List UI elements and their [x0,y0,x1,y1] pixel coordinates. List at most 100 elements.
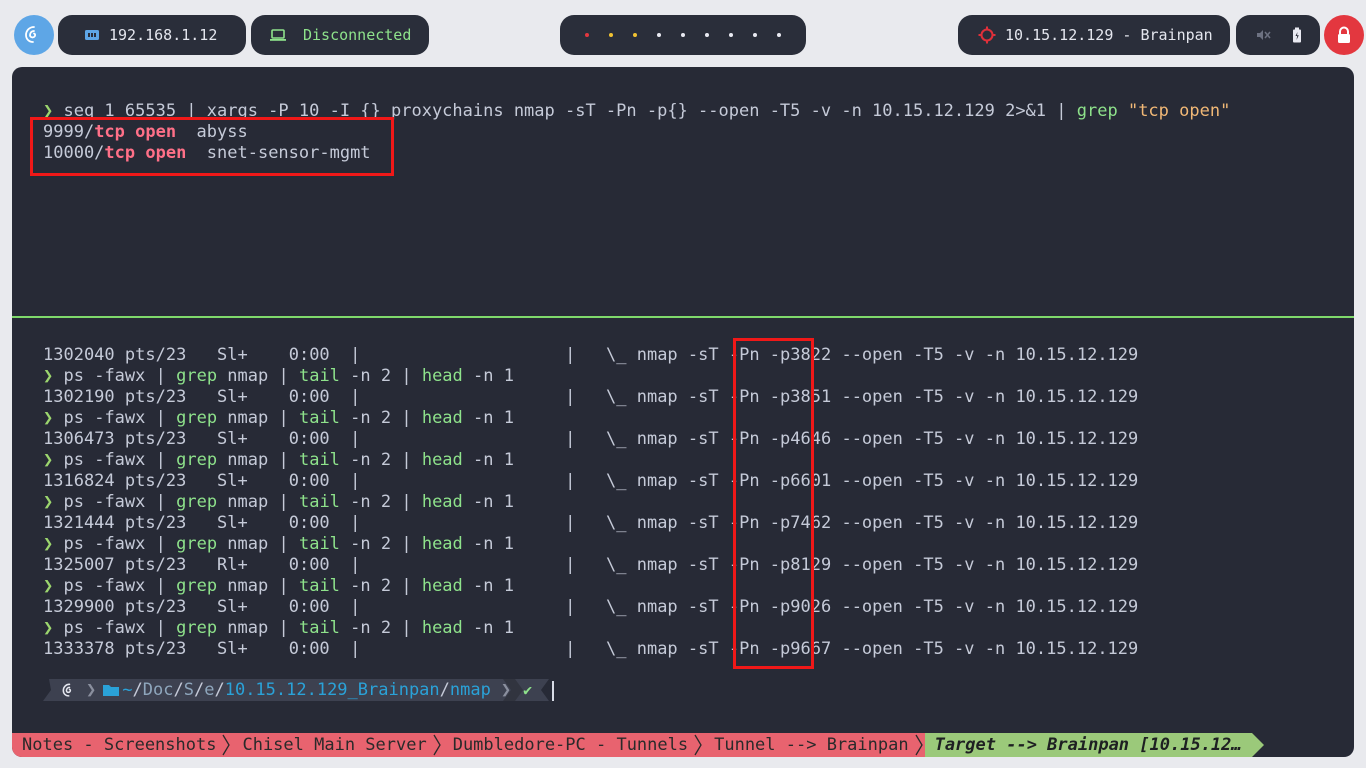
command-arg: -n 2 [339,366,392,386]
workspace-dot-6[interactable] [705,33,709,37]
command-arg: -n 2 [339,618,392,638]
path-segment: e [204,680,215,700]
command-head: head [421,576,463,596]
command-arg: nmap [217,408,269,428]
watch-command-line: ❯ ps -fawx | grep nmap | tail -n 2 | hea… [43,408,514,429]
workspace-dot-4[interactable] [657,33,661,37]
process-args: --open -T5 -v -n 10.15.12.129 [831,471,1139,491]
lock-screen-button[interactable] [1324,15,1364,55]
lock-icon [1338,26,1350,43]
terminal-window[interactable]: ❯ seq 1 65535 | xargs -P 10 -I {} proxyc… [12,67,1354,757]
command-ps: ps [53,366,95,386]
command-arg: -n 1 [462,618,514,638]
crosshair-icon [978,26,996,44]
tmux-window-tab[interactable]: Dumbledore-PC - Tunnels [442,733,693,757]
process-stat: Sl+ [217,387,248,407]
command-head: head [421,492,463,512]
command-pipe: | [268,576,299,596]
ip-address-widget[interactable]: 192.168.1.12 [58,15,246,55]
command-arg: -n 1 [462,534,514,554]
workspace-dot-5[interactable] [681,33,685,37]
workspace-switcher[interactable] [560,15,806,55]
shell-prompt: ❯ ~ / Doc / S / e/10.15.12.129_Brainpan / nmap ❯… [43,679,549,701]
process-line: 1302040 pts/23 Sl+ 0:00 | | \_ nmap -sT … [43,345,1138,366]
command-grep: grep [176,534,218,554]
process-stat: Rl+ [217,555,248,575]
workspace-dot-8[interactable] [753,33,757,37]
volume-muted-icon[interactable] [1255,28,1271,42]
process-line: 1302190 pts/23 Sl+ 0:00 | | \_ nmap -sT … [43,387,1138,408]
process-pid: 1302040 [43,345,115,365]
process-pid: 1329900 [43,597,115,617]
command-ps: ps [53,534,95,554]
command-pipe: | [391,366,422,386]
process-time: 0:00 [288,345,330,365]
command-pipe: | [268,366,299,386]
process-args: --open -T5 -v -n 10.15.12.129 [831,345,1139,365]
command-flags: -fawx [94,408,146,428]
command-pipe: | [145,576,177,596]
target-widget[interactable]: 10.15.12.129 - Brainpan [958,15,1230,55]
command-arg: -n 2 [339,450,392,470]
path-sep: / [173,680,184,700]
command-arg: nmap [217,576,269,596]
pane-divider[interactable] [12,316,1354,318]
command-pipe: | [268,408,299,428]
command-flags: -fawx [94,576,146,596]
battery-icon[interactable] [1292,27,1302,43]
tmux-window-tab[interactable]: Tunnel --> Brainpan [704,733,913,757]
terminal-pane-top[interactable]: ❯ seq 1 65535 | xargs -P 10 -I {} proxyc… [12,67,1354,315]
ip-address-text: 192.168.1.12 [109,26,218,44]
command-grep: grep [176,408,218,428]
process-args: --open -T5 -v -n 10.15.12.129 [831,387,1139,407]
workspace-dot-7[interactable] [729,33,733,37]
command-pipe: | [391,492,422,512]
process-pid: 1316824 [43,471,115,491]
command-arg: nmap [217,450,269,470]
command-tail: tail [298,408,340,428]
command-flags: -fawx [94,450,146,470]
command-pipe: | [268,450,299,470]
tmux-window-tab[interactable]: Chisel Main Server [232,733,431,757]
tab-separator-icon [912,733,925,757]
command-pipe: | [268,618,299,638]
tmux-window-tab[interactable]: Notes - Screenshots [12,733,221,757]
command-ps: ps [53,492,95,512]
workspace-dot-3[interactable] [633,33,637,37]
command-head: head [421,534,463,554]
process-tty: pts/23 [124,429,187,449]
target-text: 10.15.12.129 - Brainpan [1005,26,1213,44]
debian-menu-button[interactable] [14,15,54,55]
command-arg: -n 1 [462,408,514,428]
process-time: 0:00 [288,639,330,659]
workspace-dot-2[interactable] [609,33,613,37]
command-head: head [421,408,463,428]
debian-logo-icon [25,26,37,43]
path-home: ~ [122,680,133,700]
path-segment: S [183,680,194,700]
process-args: --open -T5 -v -n 10.15.12.129 [831,639,1139,659]
command-arg: -n 2 [339,408,392,428]
workspace-dot-1[interactable] [585,33,589,37]
process-line: 1333378 pts/23 Sl+ 0:00 | | \_ nmap -sT … [43,639,1138,660]
process-tty: pts/23 [124,597,187,617]
process-stat: Sl+ [217,429,248,449]
prompt-separator-icon: ❯ [86,680,97,700]
vpn-status-widget[interactable]: Disconnected [251,15,429,55]
process-time: 0:00 [288,597,330,617]
workspace-dot-9[interactable] [777,33,781,37]
process-pid: 1325007 [43,555,115,575]
command-ps: ps [53,450,95,470]
watch-command-line: ❯ ps -fawx | grep nmap | tail -n 2 | hea… [43,366,514,387]
process-time: 0:00 [288,471,330,491]
debian-swirl-icon [62,683,72,697]
status-check-icon: ✔ [523,681,533,699]
process-tree: | | \_ nmap -sT -Pn [350,597,770,617]
command-head: head [421,366,463,386]
command-head: head [421,618,463,638]
tab-separator-icon [220,733,233,757]
system-tray[interactable] [1236,15,1320,55]
process-tree: | | \_ nmap -sT -Pn [350,639,770,659]
command-arg: nmap [217,492,269,512]
tmux-window-tab-active[interactable]: Target --> Brainpan [10.15.12… [924,733,1252,757]
